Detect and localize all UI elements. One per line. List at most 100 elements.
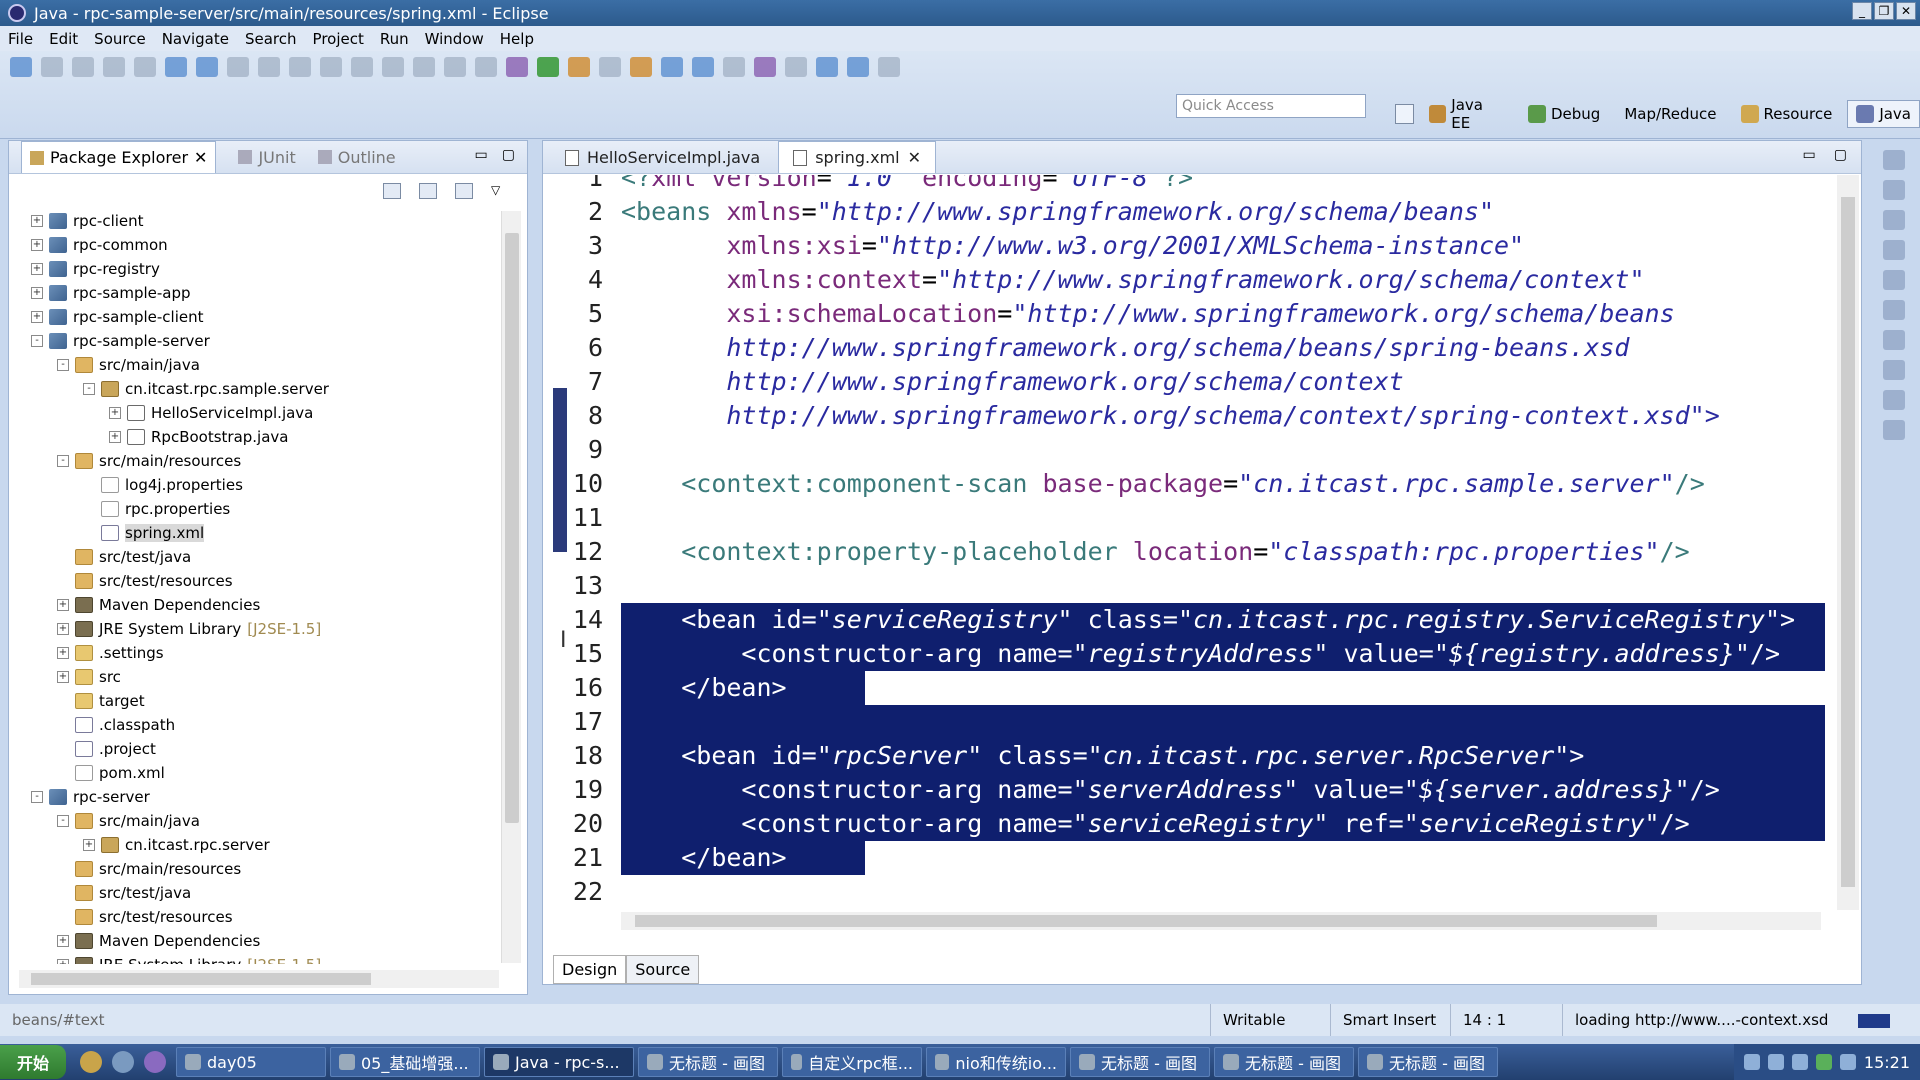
menu-file[interactable]: File — [8, 30, 33, 48]
minimize-editor-icon[interactable]: ▭ — [1803, 147, 1816, 163]
toolbar-icon[interactable] — [878, 57, 900, 77]
toolbar-icon[interactable] — [382, 57, 404, 77]
restore-button[interactable]: ❐ — [1874, 2, 1894, 20]
tree-item[interactable]: + cn.itcast.rpc.server — [9, 833, 499, 857]
toolbar-icon[interactable] — [754, 57, 776, 77]
tree-item[interactable]: - rpc-sample-server — [9, 329, 499, 353]
tree-item[interactable]: - cn.itcast.rpc.sample.server — [9, 377, 499, 401]
toolbar-icon[interactable] — [475, 57, 497, 77]
expand-toggle-icon[interactable]: + — [31, 311, 43, 323]
expand-toggle-icon[interactable]: - — [83, 383, 95, 395]
expand-toggle-icon[interactable]: + — [57, 599, 69, 611]
expand-toggle-icon[interactable]: + — [31, 239, 43, 251]
expand-toggle-icon[interactable]: + — [57, 647, 69, 659]
code-area[interactable]: 1 <?xml version="1.0" encoding="UTF-8"?> 2… — [543, 175, 1825, 910]
taskbar-button[interactable]: Java - rpc-s... — [484, 1047, 634, 1077]
expand-toggle-icon[interactable]: + — [83, 839, 95, 851]
outline-icon[interactable] — [1883, 210, 1905, 230]
collapse-all-icon[interactable] — [383, 183, 401, 199]
quick-access-input[interactable]: Quick Access — [1176, 94, 1366, 118]
menu-search[interactable]: Search — [245, 30, 297, 48]
tab-outline[interactable]: Outline — [317, 148, 396, 167]
toolbar-icon[interactable] — [134, 57, 156, 77]
properties-icon[interactable] — [1883, 390, 1905, 410]
tray-icon[interactable] — [1791, 1054, 1808, 1070]
tree-item[interactable]: - src/main/resources — [9, 449, 499, 473]
toolbar-icon[interactable] — [599, 57, 621, 77]
expand-toggle-icon[interactable]: + — [109, 407, 121, 419]
expand-toggle-icon[interactable]: + — [57, 935, 69, 947]
perspective-resource[interactable]: Resource — [1732, 100, 1842, 128]
tree-item[interactable]: .classpath — [9, 713, 499, 737]
expand-toggle-icon[interactable]: - — [57, 455, 69, 467]
declaration-icon[interactable] — [1883, 270, 1905, 290]
toolbar-icon[interactable] — [320, 57, 342, 77]
maximize-editor-icon[interactable]: ▢ — [1834, 147, 1847, 163]
taskbar-button[interactable]: 无标题 - 画图 — [638, 1047, 778, 1077]
expand-toggle-icon[interactable]: - — [31, 335, 43, 347]
menu-help[interactable]: Help — [500, 30, 534, 48]
taskbar-button[interactable]: 无标题 - 画图 — [1070, 1047, 1210, 1077]
servers-icon[interactable] — [1883, 330, 1905, 350]
editor-horizontal-scrollbar[interactable] — [621, 912, 1821, 930]
tree-item[interactable]: + HelloServiceImpl.java — [9, 401, 499, 425]
tree-item[interactable]: src/main/resources — [9, 857, 499, 881]
close-icon[interactable]: ✕ — [908, 148, 921, 167]
toolbar-icon[interactable] — [258, 57, 280, 77]
debug-icon[interactable] — [1883, 360, 1905, 380]
tree-item[interactable]: + RpcBootstrap.java — [9, 425, 499, 449]
tab-source[interactable]: Source — [626, 955, 700, 984]
close-button[interactable]: ✕ — [1896, 2, 1916, 20]
taskbar-button[interactable]: 自定义rpc框... — [782, 1047, 922, 1077]
toolbar-icon[interactable] — [661, 57, 683, 77]
start-button[interactable]: 开始 — [0, 1045, 66, 1079]
toolbar-icon[interactable] — [103, 57, 125, 77]
minimize-button[interactable]: _ — [1852, 2, 1872, 20]
expand-toggle-icon[interactable]: - — [31, 791, 43, 803]
tree-item[interactable]: + Maven Dependencies — [9, 929, 499, 953]
expand-toggle-icon[interactable]: + — [57, 671, 69, 683]
tree-item[interactable]: log4j.properties — [9, 473, 499, 497]
perspective-debug[interactable]: Debug — [1519, 100, 1609, 128]
tab-package-explorer[interactable]: Package Explorer ✕ — [21, 141, 217, 173]
tree-item[interactable]: + JRE System Library [J2SE-1.5] — [9, 617, 499, 641]
open-perspective-icon[interactable] — [1395, 104, 1415, 124]
expand-toggle-icon[interactable]: + — [31, 263, 43, 275]
volume-icon[interactable] — [1839, 1054, 1856, 1070]
perspective-java[interactable]: Java — [1847, 100, 1920, 128]
tree-item[interactable]: rpc.properties — [9, 497, 499, 521]
tray-icon[interactable] — [1767, 1054, 1784, 1070]
maximize-view-icon[interactable]: ▢ — [502, 147, 515, 163]
menu-window[interactable]: Window — [425, 30, 484, 48]
tree-item[interactable]: + JRE System Library [J2SE-1.5] — [9, 953, 499, 964]
expand-toggle-icon[interactable]: + — [57, 959, 69, 964]
toolbar-icon[interactable] — [41, 57, 63, 77]
link-with-editor-icon[interactable] — [419, 183, 437, 199]
toolbar-icon[interactable] — [785, 57, 807, 77]
quick-launch-icon[interactable] — [144, 1051, 166, 1073]
toolbar-icon[interactable] — [351, 57, 373, 77]
toolbar-icon[interactable] — [847, 57, 869, 77]
tree-item[interactable]: - rpc-server — [9, 785, 499, 809]
toolbar-icon[interactable] — [444, 57, 466, 77]
console-icon[interactable] — [1883, 300, 1905, 320]
perspective-map-reduce[interactable]: Map/Reduce — [1615, 100, 1725, 128]
expand-toggle-icon[interactable]: - — [57, 359, 69, 371]
view-menu-icon[interactable]: ▽ — [491, 183, 509, 199]
taskbar-button[interactable]: 无标题 - 画图 — [1214, 1047, 1354, 1077]
progress-icon[interactable] — [1883, 420, 1905, 440]
perspective-java-ee[interactable]: Java EE — [1420, 91, 1513, 137]
toolbar-icon[interactable] — [692, 57, 714, 77]
tree-item[interactable]: - src/main/java — [9, 353, 499, 377]
explorer-horizontal-scrollbar[interactable] — [19, 970, 499, 988]
tree-item[interactable]: - src/main/java — [9, 809, 499, 833]
tree-item[interactable]: + .settings — [9, 641, 499, 665]
tree-item[interactable]: + rpc-registry — [9, 257, 499, 281]
tab-design[interactable]: Design — [553, 955, 627, 984]
taskbar-button[interactable]: 05_基础增强... — [330, 1047, 480, 1077]
tree-item[interactable]: target — [9, 689, 499, 713]
toolbar-icon[interactable] — [816, 57, 838, 77]
toolbar-icon[interactable] — [506, 57, 528, 77]
toolbar-icon[interactable] — [413, 57, 435, 77]
tree-item[interactable]: + Maven Dependencies — [9, 593, 499, 617]
